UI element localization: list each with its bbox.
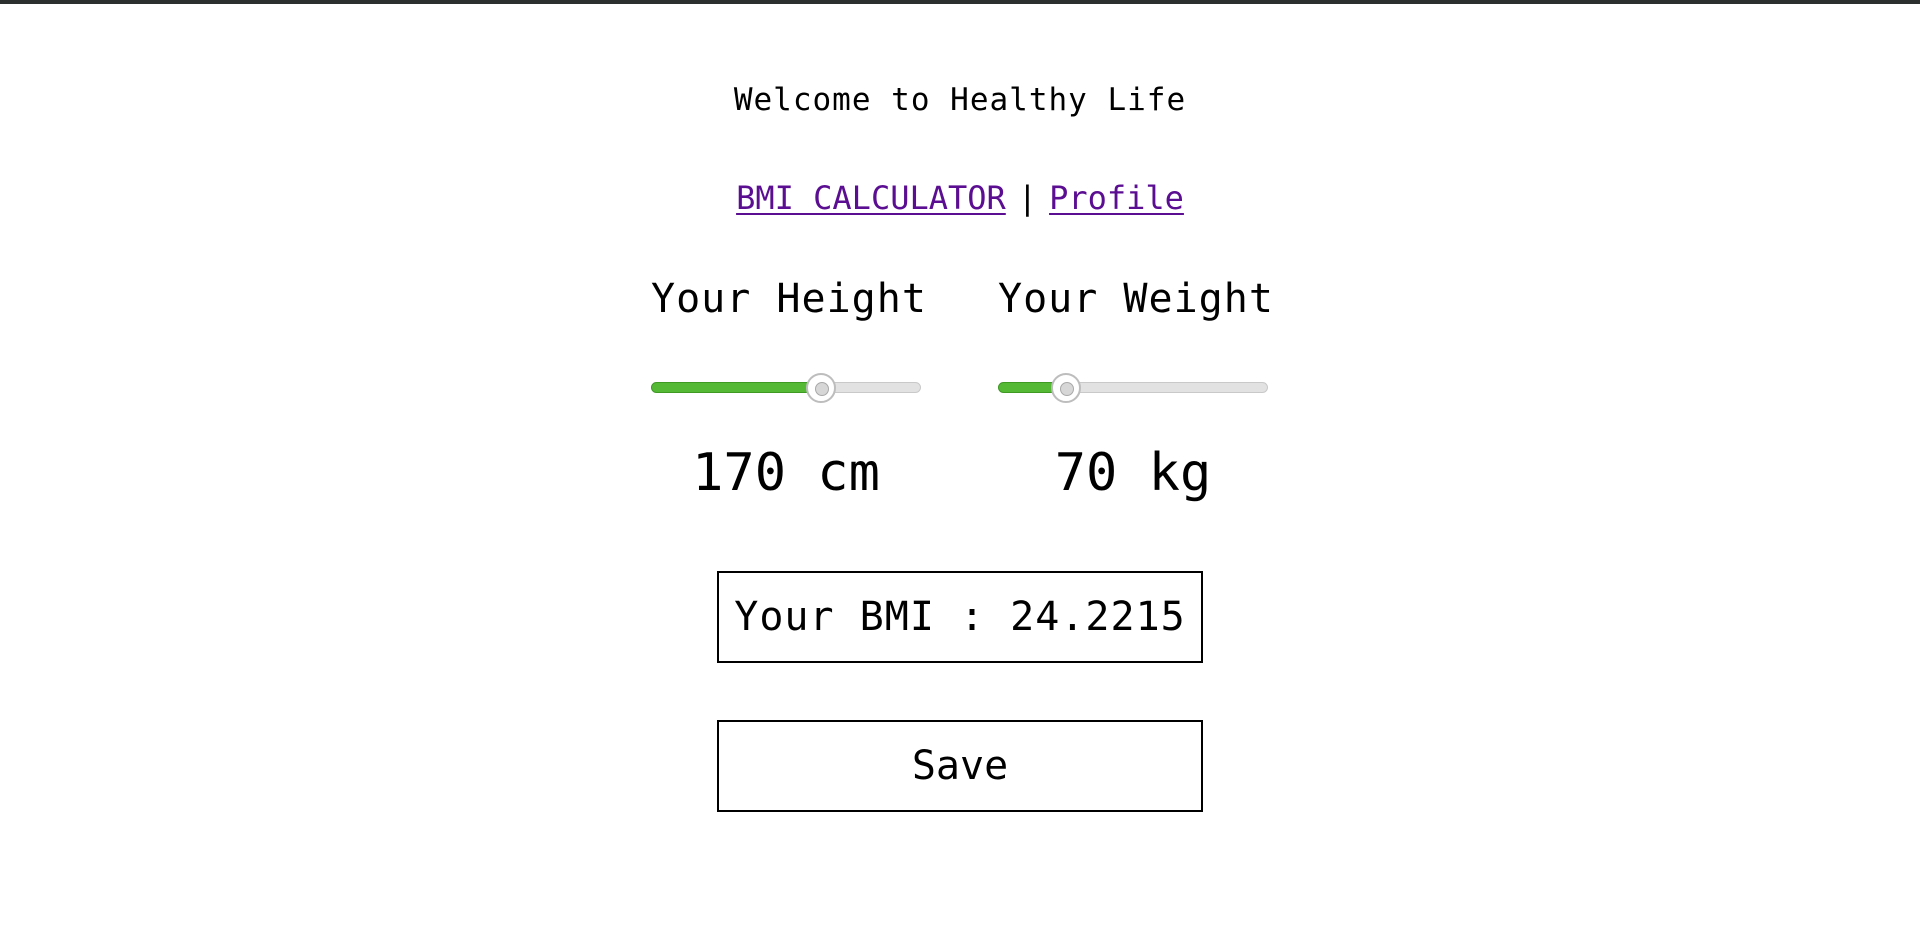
bmi-result-box: Your BMI : 24.2215 (717, 571, 1203, 663)
height-slider[interactable] (651, 373, 921, 403)
save-button[interactable]: Save (717, 720, 1203, 812)
height-slider-fill (651, 382, 821, 393)
weight-control: Your Weight 70 kg (998, 270, 1274, 503)
height-value: 170 cm (692, 443, 880, 503)
height-label: Your Height (651, 276, 927, 322)
nav-separator: | (1017, 179, 1038, 217)
weight-slider[interactable] (998, 373, 1268, 403)
main-navigation: BMI CALCULATOR | Profile (0, 176, 1920, 220)
weight-label: Your Weight (998, 276, 1274, 322)
nav-link-bmi-calculator[interactable]: BMI CALCULATOR (736, 179, 1006, 217)
weight-value: 70 kg (1054, 443, 1212, 503)
height-control: Your Height 170 cm (651, 270, 927, 503)
top-border-bar (0, 0, 1920, 4)
nav-link-profile[interactable]: Profile (1049, 179, 1184, 217)
bmi-result-text: Your BMI : 24.2215 (734, 594, 1186, 640)
welcome-heading: Welcome to Healthy Life (733, 82, 1187, 118)
weight-slider-thumb[interactable] (1051, 373, 1081, 403)
height-slider-thumb[interactable] (806, 373, 836, 403)
